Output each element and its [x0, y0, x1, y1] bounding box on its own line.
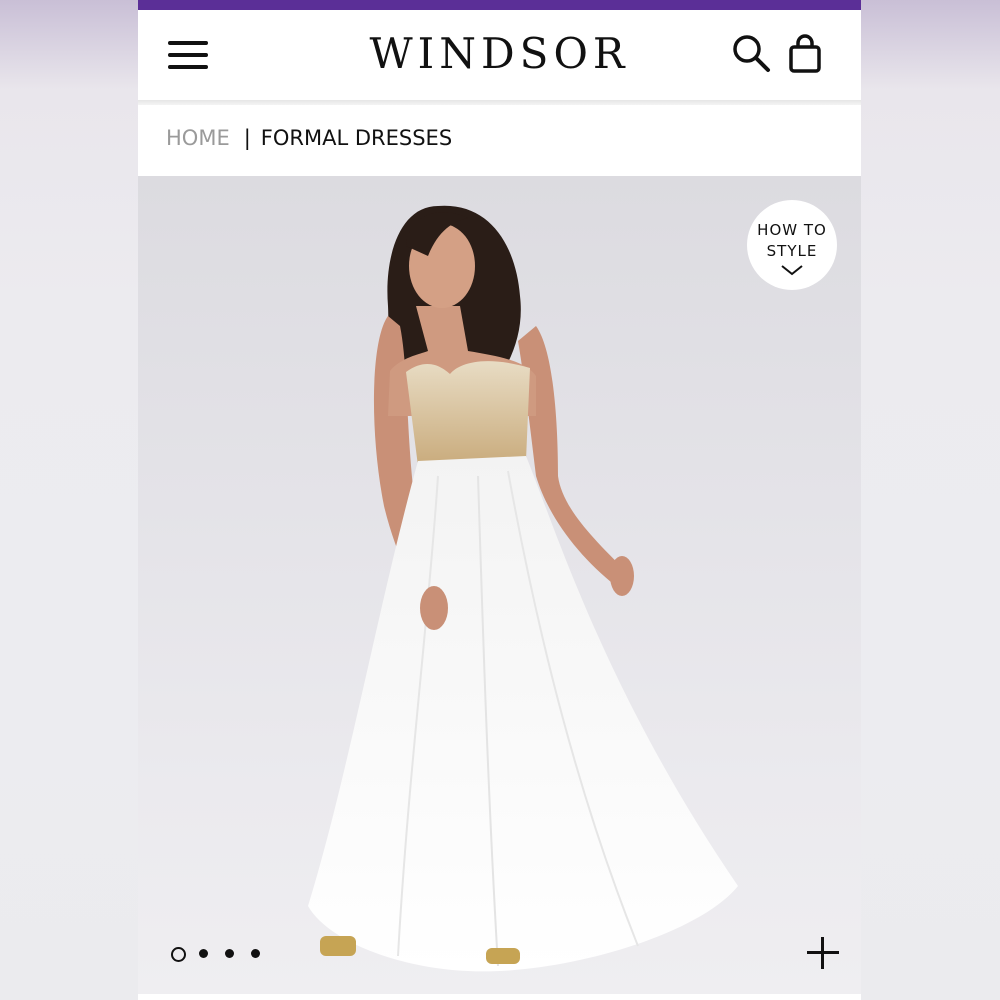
top-accent-bar: [138, 0, 861, 10]
breadcrumb-current-page: FORMAL DRESSES: [260, 126, 453, 150]
breadcrumb-home-link[interactable]: HOME: [166, 126, 230, 150]
search-icon[interactable]: [730, 32, 774, 76]
shopping-bag-icon[interactable]: [783, 32, 827, 76]
plus-icon[interactable]: [803, 933, 843, 973]
bottom-divider: [138, 994, 861, 1000]
carousel-dot[interactable]: [199, 949, 208, 958]
carousel-dot[interactable]: [225, 949, 234, 958]
carousel-dot[interactable]: [171, 947, 186, 962]
hamburger-menu-icon[interactable]: [166, 38, 210, 74]
how-to-style-button[interactable]: HOW TO STYLE: [747, 200, 837, 290]
breadcrumb: HOME | FORMAL DRESSES: [166, 120, 452, 156]
how-to-style-line1: HOW TO: [757, 221, 827, 239]
header-divider: [138, 100, 861, 105]
brand-logo[interactable]: WINDSOR: [338, 24, 661, 84]
chevron-down-icon: [781, 265, 803, 276]
model-photo: [308, 205, 738, 972]
mobile-page: WINDSOR HOME | FORMAL DRESSES HOW TO STY…: [138, 0, 861, 1000]
how-to-style-line2: STYLE: [766, 242, 818, 260]
product-image[interactable]: HOW TO STYLE: [138, 176, 861, 994]
site-header: WINDSOR: [138, 10, 861, 100]
breadcrumb-separator: |: [243, 126, 251, 150]
carousel-dot[interactable]: [251, 949, 260, 958]
